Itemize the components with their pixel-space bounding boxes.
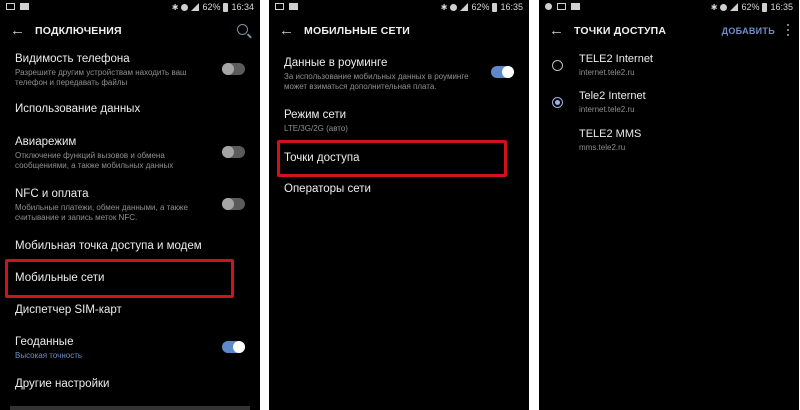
airplane-mode-toggle[interactable]: [222, 146, 245, 158]
signal-icon: [460, 3, 469, 11]
setting-title: Другие настройки: [15, 378, 110, 390]
phone-panel-access-points: ✱ 62% 16:35 ← ТОЧКИ ДОСТУПА ДОБАВИТЬ TEL…: [539, 0, 799, 410]
media-icon: [20, 3, 29, 10]
notification-icon: [557, 3, 566, 10]
setting-subtitle: Разрешите другим устройствам находить ва…: [15, 68, 187, 87]
mute-icon: [181, 3, 189, 11]
phone-visibility-toggle[interactable]: [222, 63, 245, 75]
phone-panel-mobile-networks: ✱ 62% 16:35 ← МОБИЛЬНЫЕ СЕТИ Данные в ро…: [269, 0, 529, 410]
status-bar: ✱ 62% 16:35: [269, 0, 529, 16]
battery-icon: [223, 2, 229, 12]
highlight-box: [5, 259, 234, 298]
bluetooth-icon: ✱: [440, 2, 448, 12]
setting-nfc-payment[interactable]: NFC и оплата Мобильные платежи, обмен да…: [15, 188, 245, 223]
setting-network-operators[interactable]: Операторы сети: [284, 183, 514, 195]
clock: 16:34: [231, 2, 254, 12]
setting-location[interactable]: Геоданные Высокая точность: [15, 336, 245, 361]
setting-title: Диспетчер SIM-карт: [15, 304, 122, 316]
battery-percent: 62%: [741, 2, 760, 12]
page-title: ТОЧКИ ДОСТУПА: [574, 25, 667, 37]
apn-radio-tele2-internet[interactable]: [552, 60, 563, 71]
location-toggle[interactable]: [222, 341, 245, 353]
status-bar: ✱ 62% 16:35: [539, 0, 799, 16]
mute-icon: [450, 3, 458, 11]
setting-title: NFC и оплата: [15, 188, 89, 200]
clock: 16:35: [770, 2, 793, 12]
setting-network-mode[interactable]: Режим сети LTE/3G/2G (авто): [284, 109, 514, 134]
page-title: ПОДКЛЮЧЕНИЯ: [35, 25, 122, 37]
apn-item[interactable]: Tele2 Internet internet.tele2.ru: [579, 90, 789, 115]
signal-icon: [730, 3, 739, 11]
apn-address: internet.tele2.ru: [579, 105, 635, 114]
setting-title: Использование данных: [15, 103, 141, 115]
clock: 16:35: [500, 2, 523, 12]
app-bar: ← МОБИЛЬНЫЕ СЕТИ: [269, 16, 529, 48]
notification-icon: [275, 3, 284, 10]
bottom-card-edge: [10, 406, 250, 410]
setting-sim-manager[interactable]: Диспетчер SIM-карт: [15, 304, 245, 316]
phone-panel-connections: ✱ 62% 16:34 ← ПОДКЛЮЧЕНИЯ Видимость теле…: [0, 0, 260, 410]
setting-title: Видимость телефона: [15, 53, 130, 65]
setting-airplane-mode[interactable]: Авиарежим Отключение функций вызовов и о…: [15, 136, 245, 171]
apn-title: Tele2 Internet: [579, 90, 646, 102]
setting-subtitle: Мобильные платежи, обмен данными, а такж…: [15, 203, 188, 222]
battery-percent: 62%: [202, 2, 221, 12]
mute-icon: [720, 3, 728, 11]
apn-item[interactable]: TELE2 MMS mms.tele2.ru: [579, 128, 789, 153]
app-notification-icon: [545, 3, 552, 10]
page-title: МОБИЛЬНЫЕ СЕТИ: [304, 25, 411, 37]
apn-radio-tele2-internet-selected[interactable]: [552, 97, 563, 108]
notification-icon: [6, 3, 15, 10]
back-arrow-icon[interactable]: ←: [279, 22, 294, 40]
setting-phone-visibility[interactable]: Видимость телефона Разрешите другим устр…: [15, 53, 245, 88]
nfc-toggle[interactable]: [222, 198, 245, 210]
setting-title: Мобильная точка доступа и модем: [15, 240, 202, 252]
back-arrow-icon[interactable]: ←: [549, 22, 564, 40]
setting-subtitle: Отключение функций вызовов и обмена сооб…: [15, 151, 174, 170]
battery-percent: 62%: [471, 2, 490, 12]
setting-subtitle: LTE/3G/2G (авто): [284, 124, 348, 133]
setting-mobile-hotspot[interactable]: Мобильная точка доступа и модем: [15, 240, 245, 252]
back-arrow-icon[interactable]: ←: [10, 22, 25, 40]
app-bar: ← ПОДКЛЮЧЕНИЯ: [0, 16, 260, 48]
apn-address: internet.tele2.ru: [579, 68, 635, 77]
add-button[interactable]: ДОБАВИТЬ: [722, 26, 775, 36]
setting-other[interactable]: Другие настройки: [15, 378, 245, 390]
media-icon: [289, 3, 298, 10]
bluetooth-icon: ✱: [710, 2, 718, 12]
setting-data-usage[interactable]: Использование данных: [15, 103, 245, 115]
apn-item[interactable]: TELE2 Internet internet.tele2.ru: [579, 53, 789, 78]
data-roaming-toggle[interactable]: [491, 66, 514, 78]
apn-address: mms.tele2.ru: [579, 143, 626, 152]
bluetooth-icon: ✱: [171, 2, 179, 12]
apn-title: TELE2 Internet: [579, 53, 653, 65]
setting-data-roaming[interactable]: Данные в роуминге За использование мобил…: [284, 57, 514, 92]
status-bar: ✱ 62% 16:34: [0, 0, 260, 16]
setting-title: Геоданные: [15, 336, 74, 348]
setting-subtitle: За использование мобильных данных в роум…: [284, 72, 469, 91]
setting-subtitle: Высокая точность: [15, 351, 83, 360]
search-icon[interactable]: [237, 24, 248, 35]
app-bar: ← ТОЧКИ ДОСТУПА ДОБАВИТЬ: [539, 16, 799, 48]
more-options-icon[interactable]: [787, 24, 790, 39]
signal-icon: [191, 3, 200, 11]
setting-title: Данные в роуминге: [284, 57, 388, 69]
battery-icon: [492, 2, 498, 12]
media-icon: [571, 3, 580, 10]
setting-title: Режим сети: [284, 109, 347, 121]
highlight-box: [277, 140, 507, 177]
battery-icon: [762, 2, 768, 12]
setting-title: Операторы сети: [284, 183, 371, 195]
setting-title: Авиарежим: [15, 136, 77, 148]
apn-title: TELE2 MMS: [579, 128, 642, 140]
